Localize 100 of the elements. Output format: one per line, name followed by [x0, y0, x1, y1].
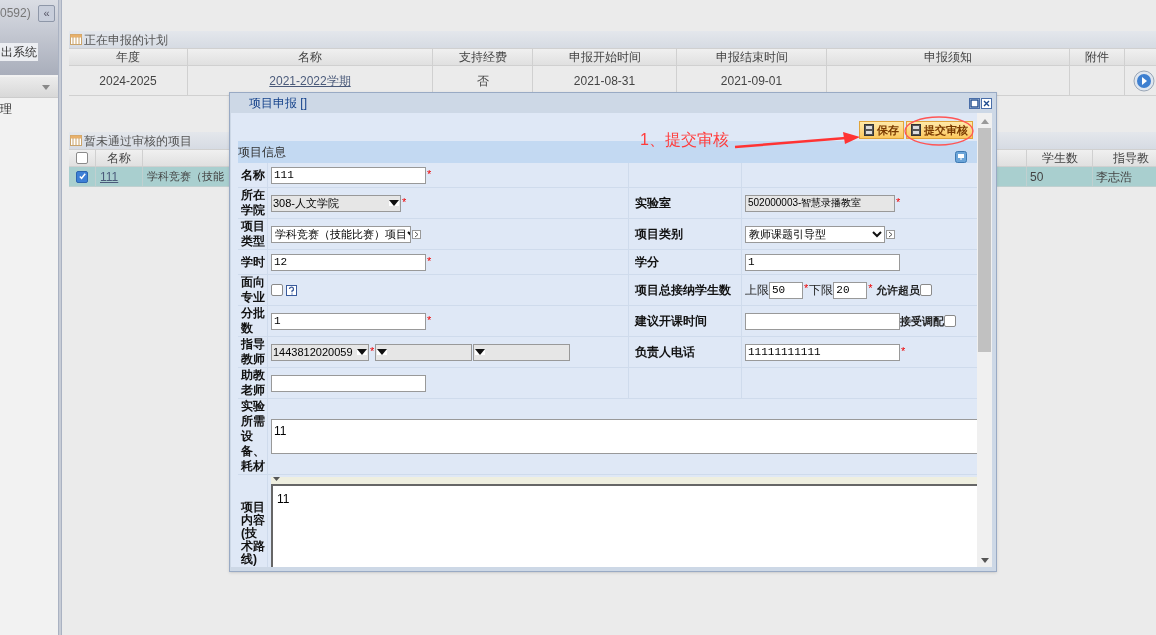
- caret-icon: [42, 84, 50, 90]
- input-field[interactable]: 1: [271, 312, 426, 330]
- dropdown[interactable]: [473, 343, 571, 361]
- dropdown-arrow-icon: [377, 349, 388, 355]
- link[interactable]: 111: [100, 167, 119, 186]
- option-label: 允许超员: [875, 282, 920, 298]
- column-header: 年度: [69, 49, 188, 65]
- required-mark: *: [804, 283, 809, 294]
- column-header: 申报须知: [827, 49, 1070, 65]
- table-icon: [70, 34, 82, 45]
- required-mark: *: [427, 168, 432, 180]
- table-cell-text: 50: [1030, 168, 1044, 186]
- play-button-icon[interactable]: [1133, 69, 1155, 92]
- input-field[interactable]: 502000003-智慧录播教室: [745, 194, 895, 212]
- table-cell-text: 2024-2025: [99, 72, 157, 90]
- caret-icon[interactable]: [273, 477, 280, 481]
- column-header: 申报结束时间: [677, 49, 827, 65]
- required-mark: *: [896, 196, 901, 208]
- table-cell-text: 2021-08-31: [573, 72, 636, 90]
- scrollbar[interactable]: [977, 113, 992, 567]
- field-label: 项目内容(技术路线): [240, 501, 266, 566]
- required-mark: *: [427, 314, 432, 326]
- field-label: 下限: [809, 282, 834, 299]
- document-icon: [864, 124, 874, 136]
- field-label: 面向专业: [240, 275, 266, 305]
- checkbox[interactable]: [944, 315, 956, 327]
- close-icon[interactable]: [981, 97, 992, 109]
- input-field[interactable]: 111: [271, 166, 426, 184]
- logout-button[interactable]: 出系统: [0, 43, 38, 61]
- dropdown-arrow-icon: [475, 349, 486, 355]
- input-field[interactable]: 50: [769, 281, 803, 299]
- input-field[interactable]: 12: [271, 253, 426, 271]
- dropdown[interactable]: 学科竞赛（技能比赛）项目: [271, 225, 411, 243]
- dropdown[interactable]: 1443812020059: [271, 343, 369, 361]
- scroll-thumb[interactable]: [978, 128, 991, 352]
- table-cell-text: 学科竞赛（技能: [147, 169, 224, 185]
- link[interactable]: 2021-2022学期: [269, 71, 351, 90]
- column-header: 名称: [188, 49, 433, 65]
- toolbar-button[interactable]: 保存: [859, 121, 904, 139]
- dropdown[interactable]: 308-人文学院: [271, 194, 401, 212]
- text-editor[interactable]: 11: [271, 486, 977, 567]
- dropdown[interactable]: [375, 343, 473, 361]
- dialog-title: 项目申报 []: [249, 95, 307, 112]
- field-label: 分批数: [240, 306, 266, 336]
- column-header: 学生数: [1027, 150, 1093, 166]
- field-label: 上限: [745, 282, 769, 299]
- table-cell-text: 否: [476, 72, 489, 90]
- field-label: 项目总接纳学生数: [635, 282, 731, 299]
- dropdown[interactable]: 教师课题引导型: [745, 225, 885, 243]
- section-title: 项目信息: [238, 144, 286, 161]
- picker-icon[interactable]: [412, 229, 421, 239]
- toolbar-button[interactable]: 提交审核: [906, 121, 973, 139]
- column-header: 申报开始时间: [533, 49, 677, 65]
- checkbox[interactable]: [919, 284, 932, 296]
- scroll-down-icon[interactable]: [980, 558, 989, 563]
- dropdown-arrow-icon: [357, 349, 367, 355]
- field-label: 指导教师: [240, 337, 266, 367]
- table-cell-text: 2021-09-01: [720, 72, 783, 90]
- checkbox[interactable]: [76, 170, 88, 183]
- column-header: 支持经费: [433, 49, 533, 65]
- field-label: 所在学院: [240, 188, 266, 218]
- checkbox[interactable]: [76, 152, 88, 164]
- field-label: 学时: [240, 254, 266, 270]
- input-field[interactable]: 1: [745, 253, 900, 271]
- input-field[interactable]: [745, 312, 900, 330]
- scroll-up-icon[interactable]: [980, 119, 989, 124]
- required-mark: *: [868, 283, 873, 294]
- input-field[interactable]: 20: [833, 281, 868, 299]
- table-icon: [70, 135, 82, 146]
- menu-item[interactable]: 理: [0, 99, 58, 119]
- field-label: 项目类型: [240, 219, 266, 249]
- field-label: 名称: [240, 167, 266, 183]
- panel-title: 暂未通过审核的项目: [84, 132, 192, 150]
- field-label: 项目类别: [635, 226, 683, 243]
- field-label: 助教老师: [240, 368, 266, 398]
- required-mark: *: [901, 345, 906, 357]
- annotation-ellipse: [904, 116, 974, 146]
- field-label: 学分: [635, 254, 659, 271]
- annotation-text: 1、提交审核: [640, 130, 729, 150]
- column-header: 名称: [96, 150, 143, 166]
- collapse-button[interactable]: «: [38, 4, 55, 22]
- document-icon: [911, 124, 921, 136]
- required-mark: *: [370, 345, 375, 357]
- user-text: 0592): [0, 5, 31, 22]
- monitor-icon[interactable]: [955, 151, 967, 163]
- field-label: 实验室: [635, 195, 671, 212]
- text-area[interactable]: 11: [271, 419, 977, 454]
- maximize-icon[interactable]: [969, 97, 980, 109]
- input-field[interactable]: [271, 374, 426, 392]
- field-label: 负责人电话: [635, 344, 695, 361]
- field-label: 实验所需设备、耗材: [239, 399, 266, 474]
- required-mark: *: [427, 255, 432, 267]
- table-cell-text: 李志浩: [1096, 168, 1132, 186]
- dropdown-arrow-icon: [389, 200, 399, 206]
- input-field[interactable]: 11111111111: [745, 343, 900, 361]
- panel-title: 正在申报的计划: [84, 31, 168, 49]
- help-icon[interactable]: [286, 284, 297, 296]
- column-header: 指导教: [1112, 150, 1150, 166]
- picker-icon[interactable]: [886, 229, 895, 239]
- checkbox[interactable]: [271, 284, 283, 296]
